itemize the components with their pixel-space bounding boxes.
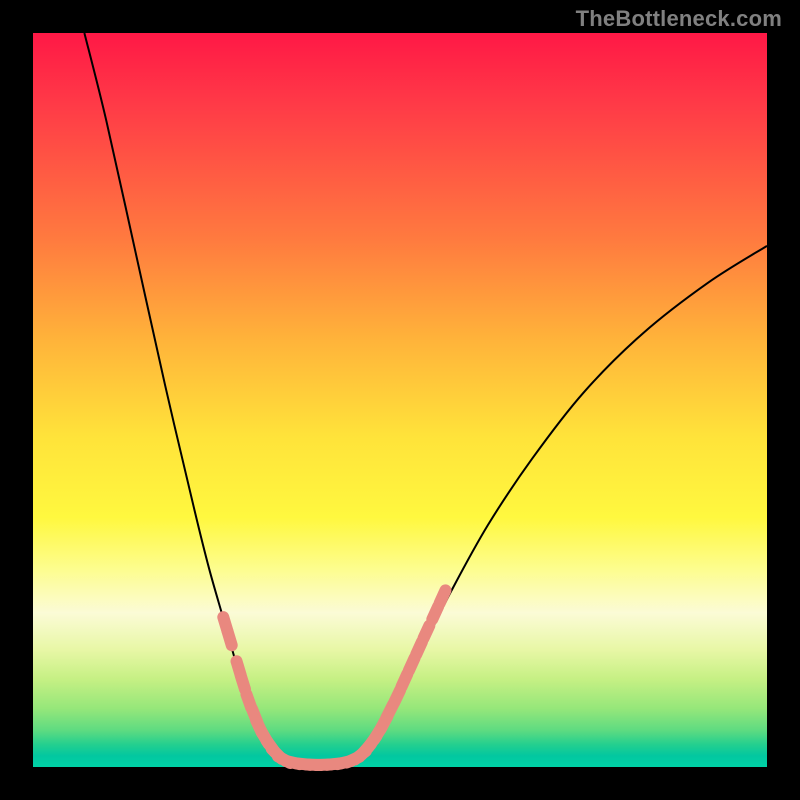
marker-layer <box>223 590 445 765</box>
watermark-text: TheBottleneck.com <box>576 6 782 32</box>
chart-svg <box>33 33 767 767</box>
curve-layer <box>84 33 767 765</box>
plot-area <box>33 33 767 767</box>
chart-frame: TheBottleneck.com <box>0 0 800 800</box>
curve-marker <box>241 676 245 689</box>
bottleneck-curve <box>84 33 767 765</box>
curve-marker <box>228 632 232 645</box>
curve-marker <box>424 626 430 639</box>
curve-marker <box>440 590 446 603</box>
